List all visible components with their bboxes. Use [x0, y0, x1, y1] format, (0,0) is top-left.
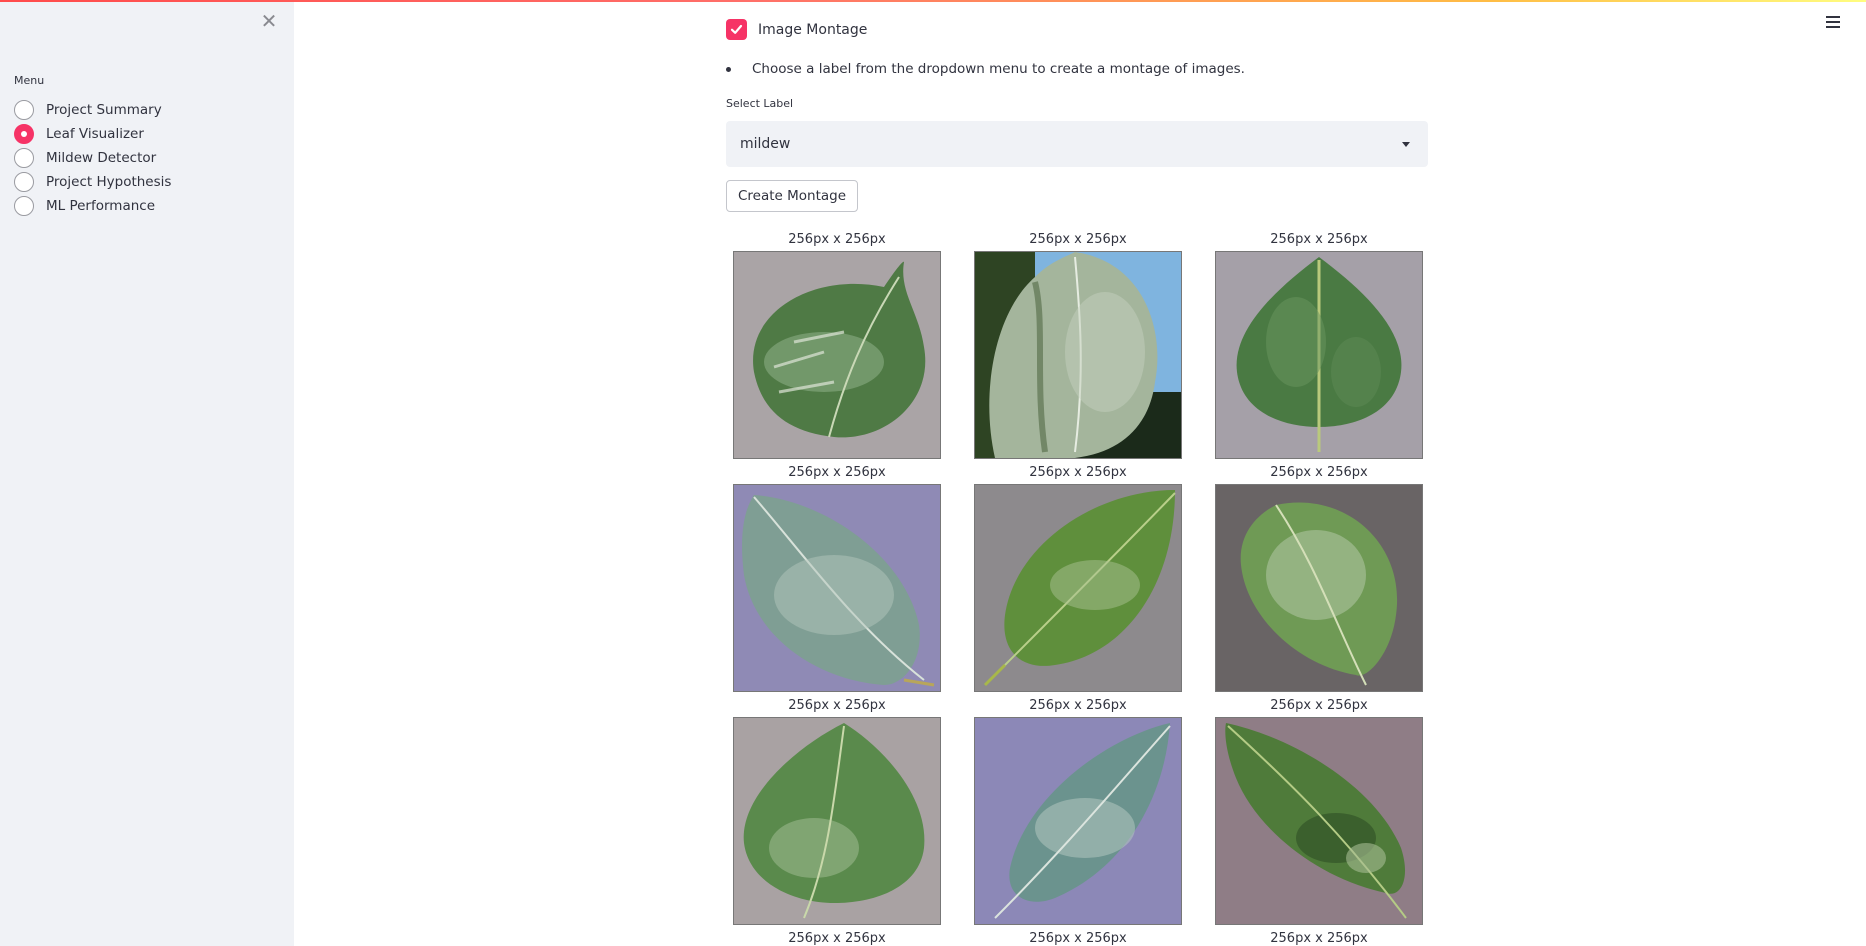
image-caption: 256px x 256px — [1270, 931, 1368, 946]
instruction-text: Choose a label from the dropdown menu to… — [752, 61, 1245, 77]
image-montage-checkbox[interactable]: Image Montage — [726, 19, 867, 40]
montage-tile: 256px x 256px — [974, 697, 1182, 925]
select-label: Select Label — [726, 97, 794, 110]
montage-tile: 256px x 256px — [733, 464, 941, 692]
montage-tile: 256px x 256px — [1215, 231, 1423, 459]
leaf-image — [1215, 484, 1423, 692]
radio-button-icon[interactable] — [14, 196, 34, 216]
leaf-image — [974, 717, 1182, 925]
image-caption: 256px x 256px — [788, 465, 886, 480]
montage-tile: 256px x 256px — [974, 464, 1182, 692]
montage-tile: 256px x 256px — [733, 930, 941, 946]
radio-label: ML Performance — [46, 198, 156, 214]
leaf-image — [733, 717, 941, 925]
image-caption: 256px x 256px — [1270, 698, 1368, 713]
image-caption: 256px x 256px — [1029, 232, 1127, 247]
menu-label: Menu — [14, 74, 45, 87]
montage-tile: 256px x 256px — [733, 697, 941, 925]
image-caption: 256px x 256px — [788, 931, 886, 946]
image-caption: 256px x 256px — [1029, 698, 1127, 713]
radio-label: Project Hypothesis — [46, 174, 172, 190]
radio-label: Project Summary — [46, 102, 162, 118]
leaf-image — [733, 251, 941, 459]
montage-tile: 256px x 256px — [974, 231, 1182, 459]
montage-tile: 256px x 256px — [733, 231, 941, 459]
label-select-dropdown[interactable]: mildew — [726, 121, 1428, 167]
instruction-bullet: Choose a label from the dropdown menu to… — [726, 61, 1428, 77]
radio-mildew-detector[interactable]: Mildew Detector — [14, 146, 171, 170]
close-icon[interactable]: ✕ — [260, 11, 278, 31]
image-caption: 256px x 256px — [1029, 465, 1127, 480]
image-caption: 256px x 256px — [1270, 465, 1368, 480]
radio-button-icon[interactable] — [14, 100, 34, 120]
top-decoration-bar — [0, 0, 1866, 2]
radio-leaf-visualizer[interactable]: Leaf Visualizer — [14, 122, 171, 146]
montage-tile: 256px x 256px — [1215, 697, 1423, 925]
leaf-image — [733, 484, 941, 692]
radio-label: Leaf Visualizer — [46, 126, 144, 142]
select-value: mildew — [740, 136, 791, 152]
create-montage-button[interactable]: Create Montage — [726, 180, 859, 212]
image-caption: 256px x 256px — [1270, 232, 1368, 247]
radio-label: Mildew Detector — [46, 150, 157, 166]
leaf-image — [1215, 251, 1423, 459]
menu-radio-group: Project Summary Leaf Visualizer Mildew D… — [14, 98, 171, 218]
leaf-image — [974, 484, 1182, 692]
image-caption: 256px x 256px — [788, 698, 886, 713]
image-caption: 256px x 256px — [788, 232, 886, 247]
radio-project-summary[interactable]: Project Summary — [14, 98, 171, 122]
montage-tile: 256px x 256px — [1215, 930, 1423, 946]
leaf-image — [1215, 717, 1423, 925]
hamburger-menu-icon[interactable] — [1826, 16, 1842, 30]
montage-tile: 256px x 256px — [1215, 464, 1423, 692]
sidebar: ✕ Menu Project Summary Leaf Visualizer M… — [0, 0, 294, 946]
check-icon[interactable] — [726, 19, 747, 40]
leaf-image — [974, 251, 1182, 459]
radio-project-hypothesis[interactable]: Project Hypothesis — [14, 170, 171, 194]
image-caption: 256px x 256px — [1029, 931, 1127, 946]
radio-button-selected-icon[interactable] — [14, 124, 34, 144]
montage-tile: 256px x 256px — [974, 930, 1182, 946]
radio-button-icon[interactable] — [14, 148, 34, 168]
radio-ml-performance[interactable]: ML Performance — [14, 194, 171, 218]
radio-button-icon[interactable] — [14, 172, 34, 192]
bullet-icon — [726, 66, 731, 72]
chevron-down-icon[interactable] — [1402, 142, 1410, 147]
checkbox-label: Image Montage — [758, 21, 868, 38]
